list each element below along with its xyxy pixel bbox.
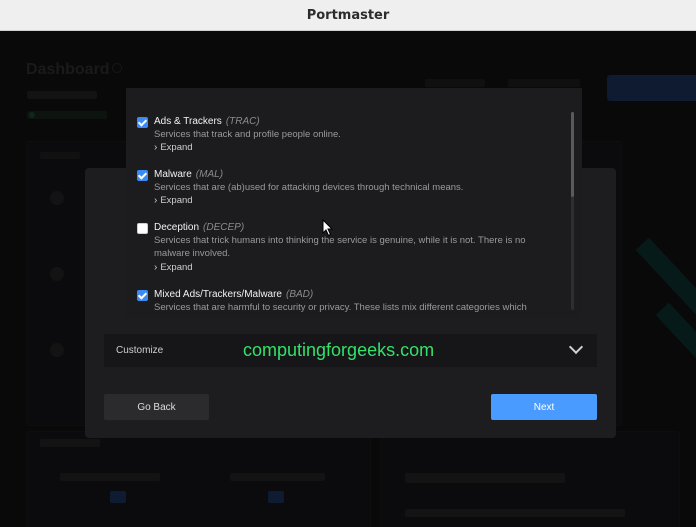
- filter-list-heading: Ads & Trackers (TRAC): [154, 116, 260, 127]
- filter-list-heading: Deception (DECEP): [154, 222, 244, 233]
- filter-list-description: Services that are harmful to security or…: [154, 302, 527, 313]
- filter-list-description: Services that trick humans into thinking…: [154, 235, 526, 259]
- filter-list-description: Services that are (ab)used for attacking…: [154, 182, 464, 193]
- expand-label: Expand: [160, 262, 193, 273]
- expand-label: Expand: [160, 142, 193, 153]
- mouse-pointer-icon: [322, 219, 334, 237]
- expand-link[interactable]: › Expand: [154, 262, 193, 273]
- filter-list-code: (MAL): [195, 169, 224, 180]
- watermark-text: computingforgeeks.com: [243, 340, 435, 360]
- filter-list-name: Ads & Trackers: [154, 116, 222, 127]
- go-back-button[interactable]: Go Back: [104, 394, 209, 420]
- filter-list-heading: Malware (MAL): [154, 169, 223, 180]
- window-titlebar: Portmaster: [0, 0, 696, 31]
- filter-list-code: (TRAC): [225, 116, 260, 127]
- filter-list-scrollbar-thumb[interactable]: [571, 112, 574, 197]
- next-button[interactable]: Next: [491, 394, 597, 420]
- filter-list-heading: Mixed Ads/Trackers/Malware (BAD): [154, 289, 313, 300]
- window-title: Portmaster: [306, 7, 390, 23]
- chevron-right-icon: ›: [154, 262, 158, 273]
- expand-link[interactable]: › Expand: [154, 195, 193, 206]
- filter-list-checkbox[interactable]: [137, 223, 148, 234]
- filter-list-checkbox[interactable]: [137, 170, 148, 181]
- expand-label: Expand: [160, 195, 193, 206]
- chevron-right-icon: ›: [154, 195, 158, 206]
- filter-list-name: Deception: [154, 222, 200, 233]
- filter-list-name: Malware: [154, 169, 192, 180]
- chevron-right-icon: ›: [154, 142, 158, 153]
- filter-list-checkbox[interactable]: [137, 290, 148, 301]
- expand-link[interactable]: › Expand: [154, 142, 193, 153]
- filter-list-code: (DECEP): [203, 222, 245, 233]
- chevron-down-icon[interactable]: [568, 339, 584, 355]
- filter-list-code: (BAD): [286, 289, 314, 300]
- customize-label: Customize: [116, 345, 164, 356]
- filter-list-name: Mixed Ads/Trackers/Malware: [154, 289, 282, 300]
- filter-list-checkbox[interactable]: [137, 117, 148, 128]
- filter-list-description: Services that track and profile people o…: [154, 129, 341, 140]
